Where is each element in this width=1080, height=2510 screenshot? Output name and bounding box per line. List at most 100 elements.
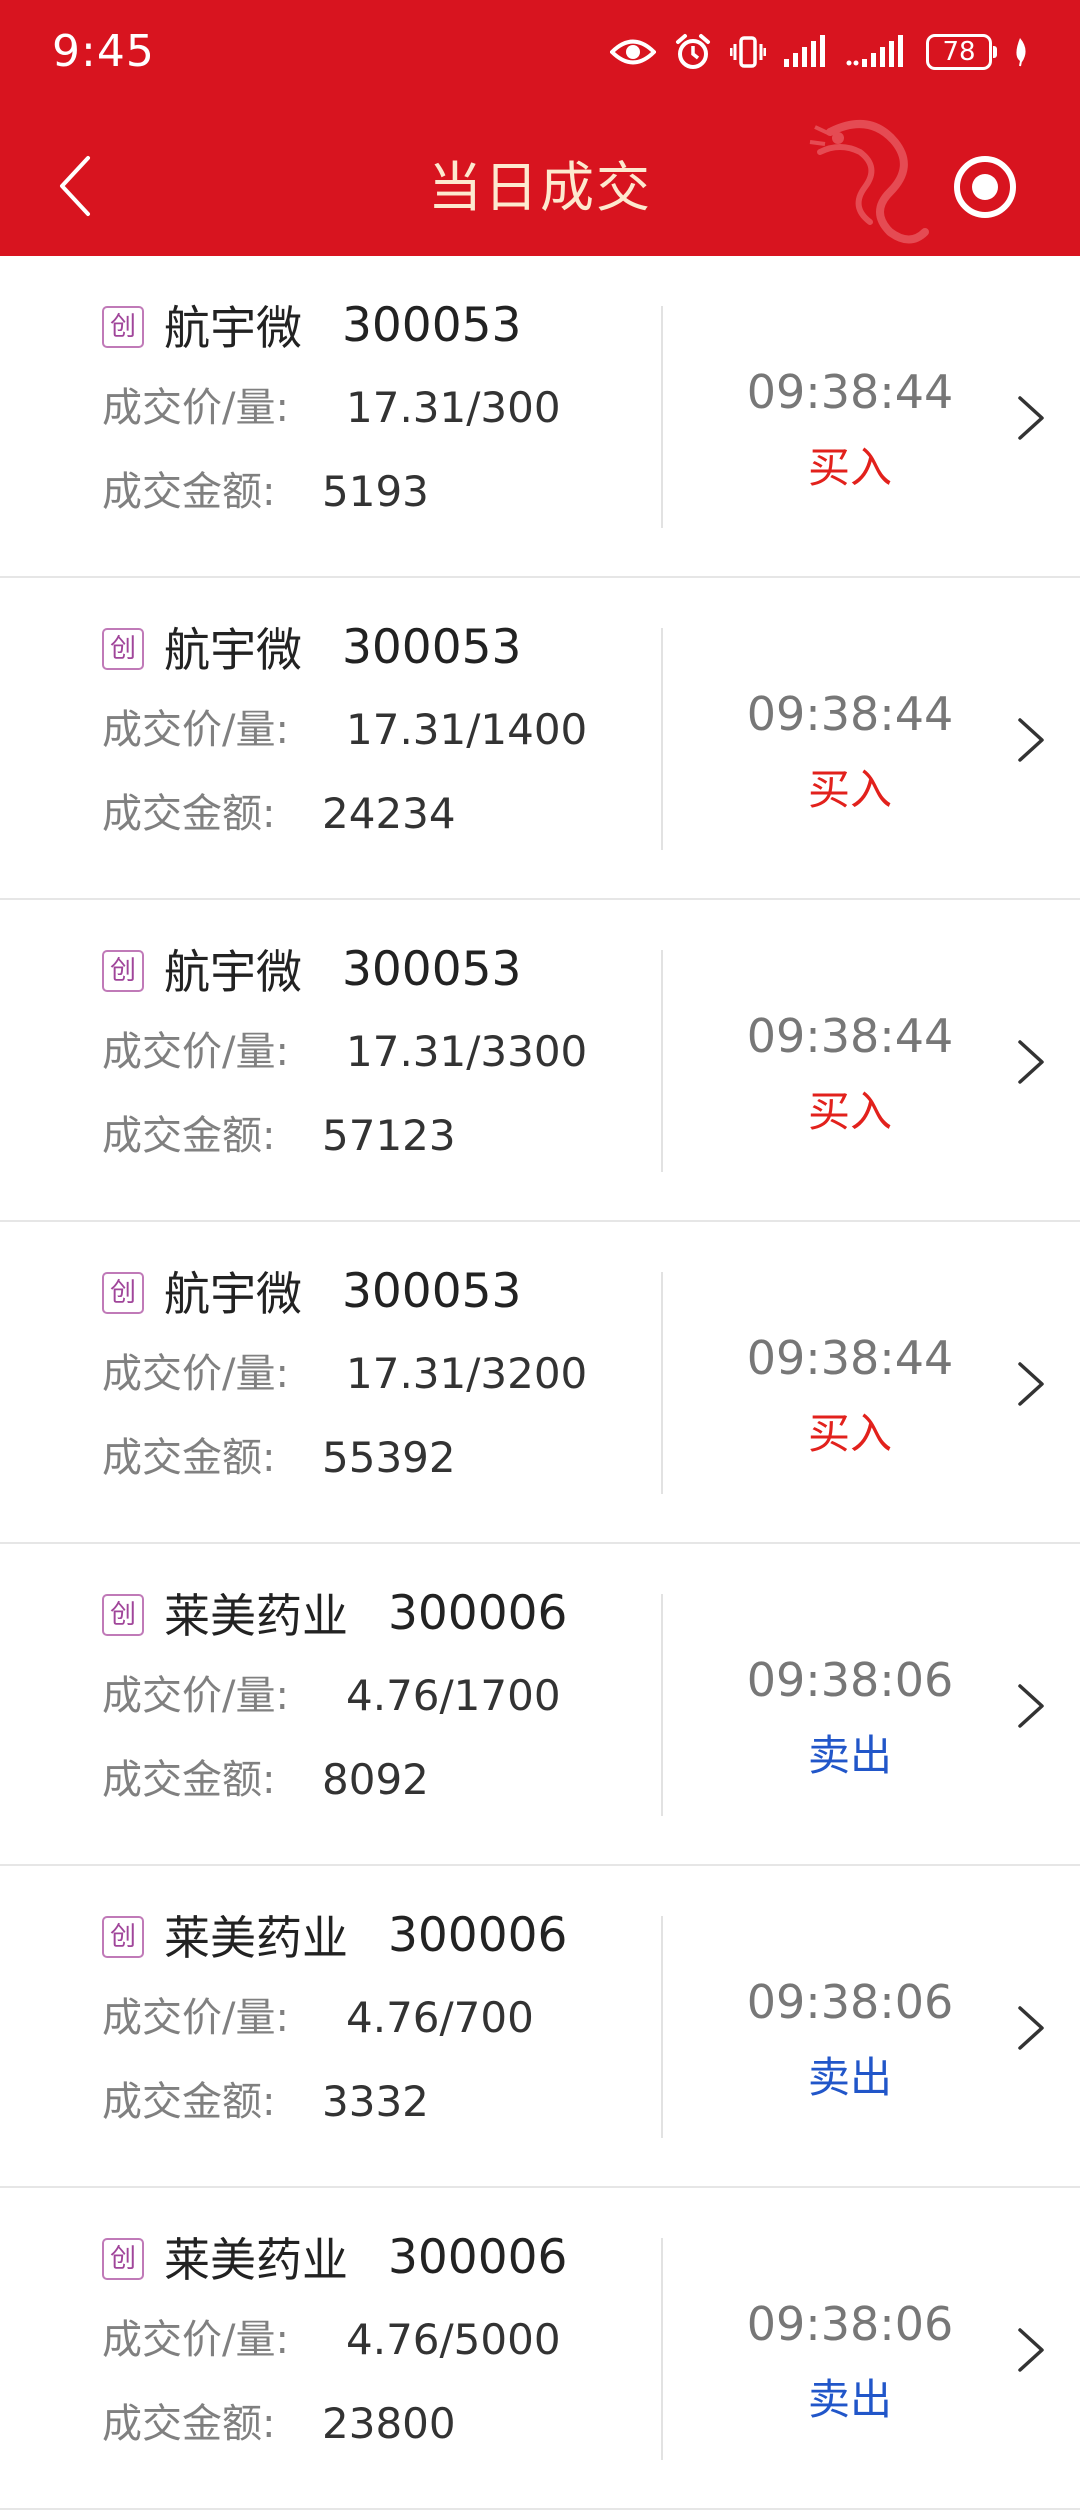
trade-time: 09:38:44 (746, 365, 954, 419)
price-qty-value: 4.76/700 (346, 1993, 534, 2042)
record-icon (954, 156, 1016, 218)
chinext-badge: 创 (102, 1916, 144, 1958)
chinext-badge: 创 (102, 306, 144, 348)
price-qty-label: 成交价/量: (102, 1995, 289, 2041)
amount-value: 24234 (322, 789, 456, 838)
amount-label: 成交金额: (102, 2401, 276, 2447)
stock-line: 莱美药业 300006 (164, 2224, 567, 2290)
price-qty-value: 17.31/3300 (346, 1027, 588, 1076)
stock-code: 300053 (342, 619, 522, 675)
stock-code: 300053 (342, 297, 522, 353)
stock-line: 莱美药业 300006 (164, 1902, 567, 1968)
divider (661, 306, 663, 528)
record-button[interactable] (952, 154, 1018, 220)
stock-name: 航宇微 (164, 945, 302, 999)
chevron-right-icon (1018, 1040, 1044, 1084)
chevron-right-icon (1018, 2328, 1044, 2372)
amount-label: 成交金额: (102, 1435, 276, 1481)
trade-side: 卖出 (807, 2375, 892, 2424)
price-qty-value: 17.31/300 (346, 383, 561, 432)
signal-icon (784, 35, 828, 69)
trade-row[interactable]: 创 航宇微 300053 成交价/量: 17.31/3300 成交金额: 571… (0, 900, 1080, 1222)
price-qty-value: 4.76/5000 (346, 2315, 561, 2364)
trade-side: 买入 (807, 1409, 892, 1458)
chevron-right-icon (1018, 2006, 1044, 2050)
trade-row[interactable]: 创 航宇微 300053 成交价/量: 17.31/3200 成交金额: 553… (0, 1222, 1080, 1544)
battery-icon: 78 (926, 34, 997, 70)
chevron-right-icon (1018, 396, 1044, 440)
trade-time: 09:38:06 (746, 1653, 954, 1707)
stock-name: 航宇微 (164, 1267, 302, 1321)
divider (661, 950, 663, 1172)
price-qty-label: 成交价/量: (102, 1673, 289, 1719)
chevron-right-icon (1018, 1362, 1044, 1406)
chinext-badge: 创 (102, 1272, 144, 1314)
signal-icon (846, 35, 908, 69)
chevron-right-icon (1018, 1684, 1044, 1728)
chevron-right-icon (1018, 718, 1044, 762)
dragon-logo-icon (800, 112, 930, 252)
amount-value: 3332 (322, 2077, 429, 2126)
chinext-badge: 创 (102, 1594, 144, 1636)
trade-time: 09:38:06 (746, 2297, 954, 2351)
stock-line: 航宇微 300053 (164, 936, 521, 1002)
trade-row[interactable]: 创 莱美药业 300006 成交价/量: 4.76/5000 成交金额: 238… (0, 2188, 1080, 2510)
divider (661, 1916, 663, 2138)
trade-time: 09:38:44 (746, 1009, 954, 1063)
stock-name: 莱美药业 (164, 2233, 348, 2287)
chinext-badge: 创 (102, 2238, 144, 2280)
stock-name: 莱美药业 (164, 1589, 348, 1643)
amount-value: 8092 (322, 1755, 429, 1804)
stock-code: 300006 (388, 2229, 568, 2285)
price-qty-value: 17.31/3200 (346, 1349, 588, 1398)
amount-value: 5193 (322, 467, 429, 516)
trade-side: 卖出 (807, 1731, 892, 1780)
trade-row[interactable]: 创 莱美药业 300006 成交价/量: 4.76/1700 成交金额: 809… (0, 1544, 1080, 1866)
stock-code: 300006 (388, 1907, 568, 1963)
chinext-badge: 创 (102, 950, 144, 992)
price-qty-label: 成交价/量: (102, 707, 289, 753)
price-qty-label: 成交价/量: (102, 1029, 289, 1075)
chinext-badge: 创 (102, 628, 144, 670)
vibrate-icon (730, 34, 766, 70)
amount-value: 23800 (322, 2399, 456, 2448)
trade-row[interactable]: 创 莱美药业 300006 成交价/量: 4.76/700 成交金额: 3332… (0, 1866, 1080, 2188)
trade-row[interactable]: 创 航宇微 300053 成交价/量: 17.31/300 成交金额: 5193… (0, 256, 1080, 578)
trade-side: 买入 (807, 765, 892, 814)
price-qty-value: 4.76/1700 (346, 1671, 561, 1720)
status-time: 9:45 (52, 26, 155, 77)
stock-name: 航宇微 (164, 623, 302, 677)
stock-name: 航宇微 (164, 301, 302, 355)
trade-list: 创 航宇微 300053 成交价/量: 17.31/300 成交金额: 5193… (0, 256, 1080, 2510)
alarm-icon (674, 33, 712, 71)
leaf-icon (1010, 36, 1030, 68)
stock-name: 莱美药业 (164, 1911, 348, 1965)
trade-time: 09:38:06 (746, 1975, 954, 2029)
stock-code: 300053 (342, 1263, 522, 1319)
trade-row[interactable]: 创 航宇微 300053 成交价/量: 17.31/1400 成交金额: 242… (0, 578, 1080, 900)
divider (661, 2238, 663, 2460)
stock-line: 航宇微 300053 (164, 1258, 521, 1324)
stock-code: 300006 (388, 1585, 568, 1641)
amount-value: 57123 (322, 1111, 456, 1160)
amount-label: 成交金额: (102, 1757, 276, 1803)
amount-label: 成交金额: (102, 1113, 276, 1159)
status-icons: 78 (610, 26, 1030, 78)
eye-icon (610, 37, 656, 67)
stock-line: 莱美药业 300006 (164, 1580, 567, 1646)
price-qty-label: 成交价/量: (102, 1351, 289, 1397)
trade-time: 09:38:44 (746, 1331, 954, 1385)
divider (661, 628, 663, 850)
trade-time: 09:38:44 (746, 687, 954, 741)
price-qty-label: 成交价/量: (102, 385, 289, 431)
trade-side: 买入 (807, 1087, 892, 1136)
amount-label: 成交金额: (102, 469, 276, 515)
stock-line: 航宇微 300053 (164, 614, 521, 680)
price-qty-label: 成交价/量: (102, 2317, 289, 2363)
trade-side: 卖出 (807, 2053, 892, 2102)
amount-value: 55392 (322, 1433, 456, 1482)
app-header: 9:45 78 当日成交 (0, 0, 1080, 256)
amount-label: 成交金额: (102, 2079, 276, 2125)
trade-side: 买入 (807, 443, 892, 492)
divider (661, 1272, 663, 1494)
